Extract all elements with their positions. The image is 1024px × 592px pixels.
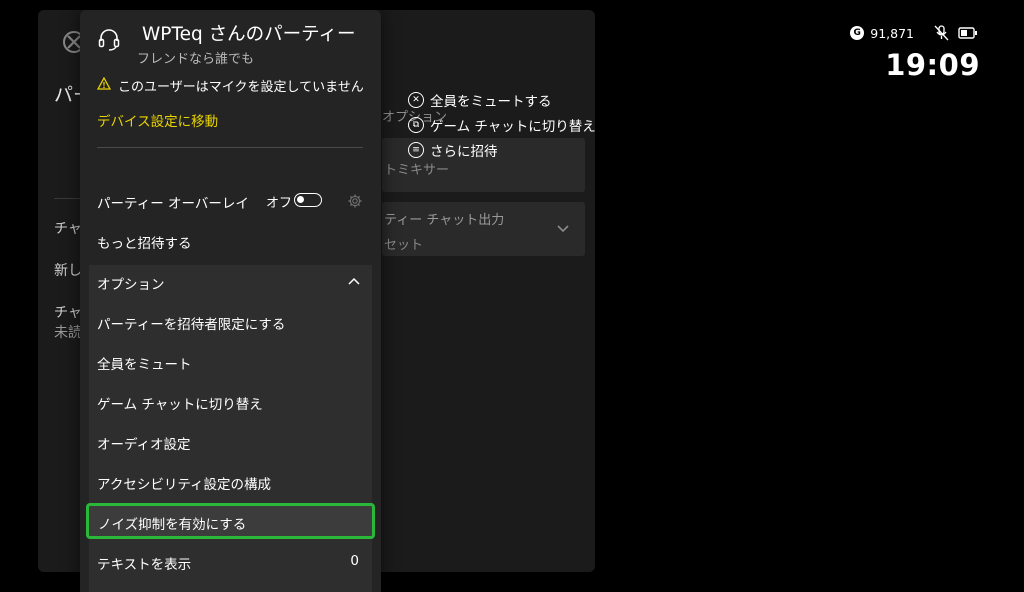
status-bar: G 91,871 bbox=[850, 25, 978, 41]
controller-hints: ✕ 全員をミュートする ⧉ ゲーム チャットに切り替え ≡ さらに招待 bbox=[408, 87, 596, 162]
background-chat-item-2: チャッ bbox=[54, 305, 82, 321]
party-overlay-toggle[interactable] bbox=[294, 193, 322, 207]
option-label: ノイズ抑制を有効にする bbox=[98, 517, 247, 533]
option-label: ゲーム チャットに切り替え bbox=[97, 397, 263, 413]
battery-icon bbox=[958, 27, 977, 39]
gear-icon[interactable] bbox=[347, 193, 363, 209]
hint-mute-all: ✕ 全員をミュートする bbox=[408, 87, 596, 112]
overlay-toggle-state: オフ bbox=[266, 196, 293, 211]
hint-label: 全員をミュートする bbox=[430, 93, 552, 110]
party-overlay-label: パーティー オーバーレイ bbox=[97, 196, 249, 212]
menu-button-icon: ≡ bbox=[408, 141, 424, 158]
unread-count: 0 bbox=[350, 553, 359, 569]
mute-all-option[interactable]: 全員をミュート bbox=[89, 345, 372, 379]
background-new-item: 新し bbox=[54, 263, 82, 279]
x-button-icon: ✕ bbox=[408, 91, 424, 108]
hint-invite-more: ≡ さらに招待 bbox=[408, 137, 596, 162]
headset-icon bbox=[98, 29, 120, 51]
gamerscore-value: 91,871 bbox=[870, 25, 914, 41]
chevron-up-icon[interactable] bbox=[347, 276, 361, 286]
background-chat-item: チャッ bbox=[54, 221, 82, 237]
option-label: パーティーを招待者限定にする bbox=[97, 317, 286, 333]
mic-muted-icon bbox=[934, 25, 949, 41]
hint-label: さらに招待 bbox=[430, 143, 498, 160]
chevron-down-icon bbox=[557, 225, 569, 233]
options-header[interactable]: オプション bbox=[97, 273, 165, 293]
mic-warning-text: このユーザーはマイクを設定していません bbox=[118, 80, 364, 95]
background-output-value: セット bbox=[384, 238, 424, 253]
view-button-icon: ⧉ bbox=[408, 116, 424, 133]
noise-suppression-option[interactable]: ノイズ抑制を有効にする bbox=[86, 503, 375, 539]
show-text-option[interactable]: テキストを表示 0 bbox=[89, 545, 372, 579]
invite-more-button[interactable]: もっと招待する bbox=[97, 232, 192, 252]
warning-icon bbox=[97, 77, 111, 90]
switch-game-chat-option[interactable]: ゲーム チャットに切り替え bbox=[89, 385, 372, 419]
hint-label: ゲーム チャットに切り替え bbox=[430, 118, 596, 135]
toggle-knob bbox=[297, 196, 304, 203]
flyout-divider bbox=[97, 147, 363, 148]
hint-switch-game-chat: ⧉ ゲーム チャットに切り替え bbox=[408, 112, 596, 137]
background-page-title: パー bbox=[54, 84, 82, 106]
option-label: 全員をミュート bbox=[97, 357, 192, 373]
background-unread-item: 未読 bbox=[54, 325, 82, 341]
party-title: WPTeq さんのパーティー bbox=[142, 24, 356, 45]
clock: 19:09 bbox=[885, 48, 980, 82]
option-label: テキストを表示 bbox=[97, 557, 192, 573]
gamerscore-icon: G bbox=[850, 26, 865, 40]
background-output-title: ティー チャット出力 bbox=[384, 213, 505, 228]
device-settings-link[interactable]: デバイス設定に移動 bbox=[97, 110, 218, 130]
option-label: アクセシビリティ設定の構成 bbox=[97, 477, 272, 493]
audio-settings-option[interactable]: オーディオ設定 bbox=[89, 425, 372, 459]
option-label: オーディオ設定 bbox=[97, 437, 191, 453]
invite-only-option[interactable]: パーティーを招待者限定にする bbox=[89, 305, 372, 339]
party-privacy: フレンドなら誰でも bbox=[137, 52, 255, 67]
accessibility-settings-option[interactable]: アクセシビリティ設定の構成 bbox=[89, 465, 372, 499]
